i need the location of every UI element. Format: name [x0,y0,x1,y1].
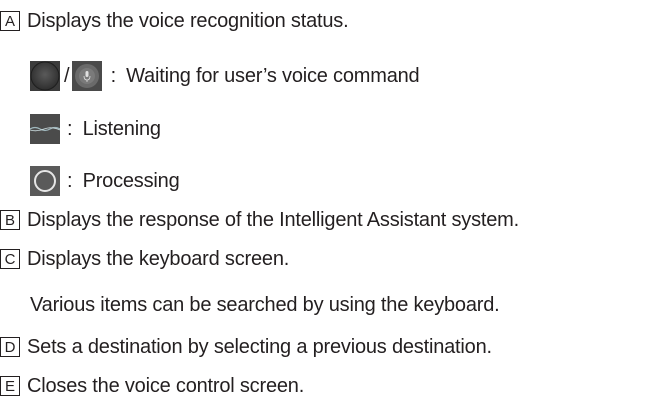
item-d-text: Sets a destination by selecting a previo… [27,336,492,358]
dark-circle-icon [30,61,60,91]
status-colon: : [67,169,73,192]
item-b-letter: B [0,210,20,230]
item-e: E Closes the voice control screen. [0,376,304,396]
status-processing-text: Processing [82,170,180,192]
item-d: D Sets a destination by selecting a prev… [0,337,492,357]
status-waiting-row: / : Waiting for user’s voice command [30,61,420,91]
microphone-icon [71,61,102,91]
item-a: A Displays the voice recognition status. [0,10,349,32]
item-c-letter: C [0,249,20,269]
item-d-letter: D [0,337,20,357]
status-waiting-text: Waiting for user’s voice command [126,65,420,87]
item-a-letter: A [0,11,20,31]
status-colon: : [67,117,73,140]
item-c-text: Displays the keyboard screen. [27,248,290,270]
item-e-letter: E [0,376,20,396]
item-c-note-text: Various items can be searched by using t… [30,294,500,316]
status-separator: / [64,64,70,87]
status-listening-row: : Listening [30,114,161,144]
ring-icon [30,166,60,196]
waveform-icon [30,114,60,144]
status-colon: : [110,64,117,87]
item-b-text: Displays the response of the Intelligent… [27,209,519,231]
item-c-note: Various items can be searched by using t… [30,295,500,315]
status-processing-row: : Processing [30,166,180,196]
item-b: B Displays the response of the Intellige… [0,210,519,230]
item-c: C Displays the keyboard screen. [0,249,289,269]
status-listening-text: Listening [82,118,161,140]
item-a-text: Displays the voice recognition status. [27,10,349,32]
item-e-text: Closes the voice control screen. [27,375,305,397]
